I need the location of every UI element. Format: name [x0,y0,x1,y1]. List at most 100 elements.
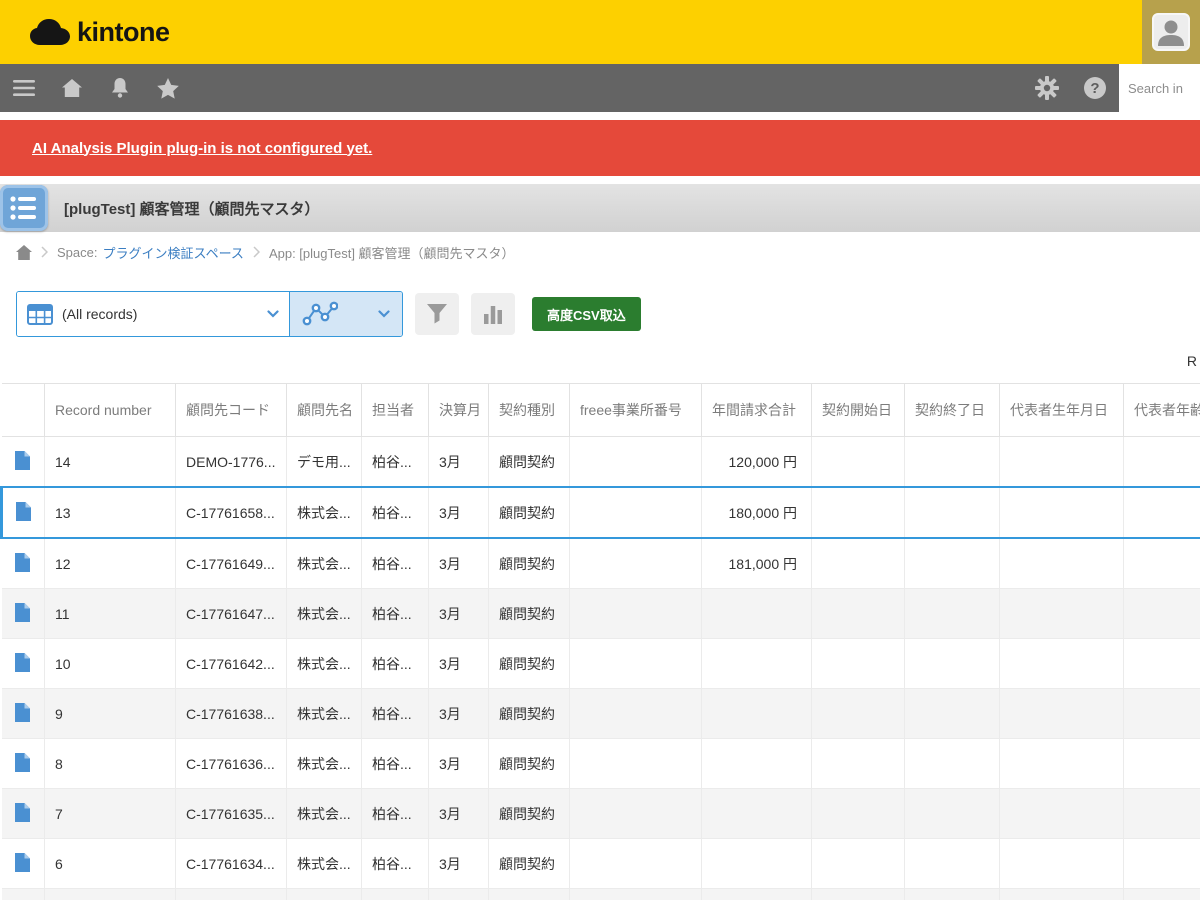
cell-fiscal-month [429,889,489,900]
header-person-in-charge[interactable]: 担当者 [362,384,429,437]
app-title[interactable]: [plugTest] 顧客管理（顧問先マスタ） [64,198,320,219]
cell-contract-start [812,739,905,789]
cell-rep-age [1124,689,1200,739]
breadcrumb-space-link[interactable]: プラグイン検証スペース [102,243,243,262]
header-contract-type[interactable]: 契約種別 [489,384,570,437]
settings-button[interactable] [1023,64,1071,112]
menu-button[interactable] [0,64,48,112]
chart-aggregate-button[interactable] [471,293,515,335]
cell-rep-age [1124,739,1200,789]
bell-icon [111,78,129,98]
breadcrumb: Space: プラグイン検証スペース App: [plugTest] 顧客管理（… [0,232,1200,272]
cell-rep-birthdate [1000,589,1124,639]
cell-person-in-charge: 柏谷... [362,689,429,739]
open-record-icon[interactable] [15,603,30,622]
open-record-icon[interactable] [16,502,31,521]
table-row[interactable]: 11 C-17761647... 株式会... 柏谷... 3月 顧問契約 [2,589,1200,639]
cell-client-code [176,889,287,900]
cell-rep-age [1124,639,1200,689]
open-record-icon[interactable] [15,703,30,722]
cell-person-in-charge: 柏谷... [362,789,429,839]
cell-annual-billing-total [702,839,812,889]
header-icon-column [2,384,45,437]
cell-contract-start [812,889,905,900]
table-row[interactable]: 10 C-17761642... 株式会... 柏谷... 3月 顧問契約 [2,639,1200,689]
cell-contract-start [812,639,905,689]
cell-record-number: 10 [45,639,176,689]
view-selector-dropdown[interactable]: (All records) [17,292,290,336]
cell-freee-office-number [570,538,702,589]
open-record-icon[interactable] [15,753,30,772]
table-row[interactable]: 12 C-17761649... 株式会... 柏谷... 3月 顧問契約 18… [2,538,1200,589]
cell-contract-end [905,639,1000,689]
cell-freee-office-number [570,437,702,488]
cell-record-number [45,889,176,900]
records-count-label: R [0,353,1200,375]
table-row[interactable]: 8 C-17761636... 株式会... 柏谷... 3月 顧問契約 [2,739,1200,789]
cell-contract-type: 顧問契約 [489,689,570,739]
cell-person-in-charge: 柏谷... [362,487,429,538]
portal-home-button[interactable] [48,64,96,112]
user-avatar-button[interactable] [1142,0,1200,64]
cell-freee-office-number [570,889,702,900]
hamburger-icon [13,80,35,96]
table-row[interactable]: 6 C-17761634... 株式会... 柏谷... 3月 顧問契約 [2,839,1200,889]
cell-contract-start [812,789,905,839]
header-freee-office-number[interactable]: freee事業所番号 [570,384,702,437]
view-group: (All records) [16,291,403,337]
open-record-icon[interactable] [15,553,30,572]
header-contract-end[interactable]: 契約終了日 [905,384,1000,437]
cell-open-record [2,839,45,889]
notifications-button[interactable] [96,64,144,112]
cell-record-number: 7 [45,789,176,839]
header-client-code[interactable]: 顧問先コード [176,384,287,437]
cell-client-name: 株式会... [287,589,362,639]
table-row[interactable]: 7 C-17761635... 株式会... 柏谷... 3月 顧問契約 [2,789,1200,839]
advanced-csv-import-button[interactable]: 高度CSV取込 [532,297,641,331]
header-rep-age[interactable]: 代表者年齢 [1124,384,1200,437]
header-annual-billing-total[interactable]: 年間請求合計 [702,384,812,437]
table-row[interactable] [2,889,1200,900]
open-record-icon[interactable] [15,853,30,872]
cell-open-record [2,789,45,839]
filter-button[interactable] [415,293,459,335]
favorites-button[interactable] [144,64,192,112]
header-contract-start[interactable]: 契約開始日 [812,384,905,437]
plugin-warning-banner: AI Analysis Plugin plug-in is not config… [0,120,1200,176]
user-avatar-icon [1152,13,1190,51]
search-input[interactable] [1119,64,1200,112]
table-row[interactable]: 9 C-17761638... 株式会... 柏谷... 3月 顧問契約 [2,689,1200,739]
kintone-logo[interactable]: kintone [0,17,170,48]
cell-rep-age [1124,889,1200,900]
plugin-warning-link[interactable]: AI Analysis Plugin plug-in is not config… [32,140,372,157]
graph-view-button[interactable] [290,292,402,336]
cell-contract-type: 顧問契約 [489,589,570,639]
cell-rep-age [1124,789,1200,839]
view-selector-label: (All records) [62,306,258,322]
table-row[interactable]: 13 C-17761658... 株式会... 柏谷... 3月 顧問契約 18… [2,487,1200,538]
header-rep-birthdate[interactable]: 代表者生年月日 [1000,384,1124,437]
cell-rep-birthdate [1000,689,1124,739]
node-graph-icon [302,301,338,327]
breadcrumb-app-label: App: [plugTest] 顧客管理（顧問先マスタ） [269,243,515,262]
header-client-name[interactable]: 顧問先名 [287,384,362,437]
breadcrumb-home-icon[interactable] [16,245,32,260]
help-button[interactable]: ? [1071,64,1119,112]
cell-rep-age [1124,839,1200,889]
cell-contract-type: 顧問契約 [489,839,570,889]
cell-record-number: 9 [45,689,176,739]
cell-contract-type: 顧問契約 [489,739,570,789]
open-record-icon[interactable] [15,803,30,822]
app-icon[interactable] [0,185,48,236]
star-icon [157,78,179,99]
table-row[interactable]: 14 DEMO-1776... デモ用... 柏谷... 3月 顧問契約 120… [2,437,1200,488]
cell-contract-start [812,689,905,739]
open-record-icon[interactable] [15,451,30,470]
header-fiscal-month[interactable]: 決算月 [429,384,489,437]
open-record-icon[interactable] [15,653,30,672]
cell-fiscal-month: 3月 [429,689,489,739]
header-record-number[interactable]: Record number [45,384,176,437]
funnel-icon [427,304,447,324]
chevron-separator-icon [41,246,48,258]
cell-freee-office-number [570,739,702,789]
